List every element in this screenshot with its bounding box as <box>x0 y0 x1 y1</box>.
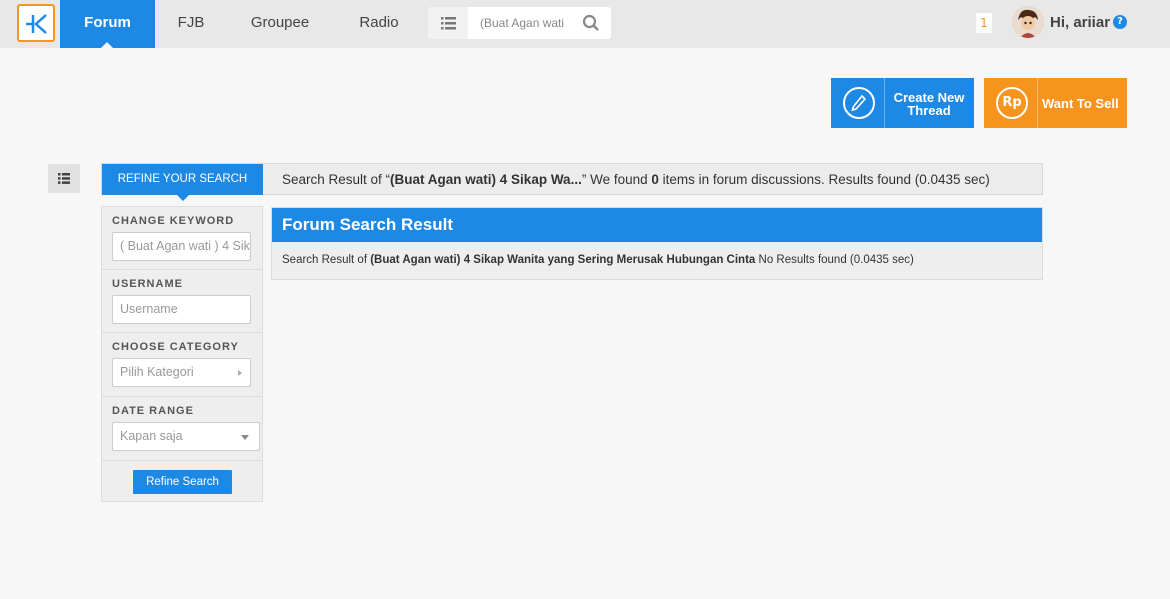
nav-tab-groupee[interactable]: Groupee <box>243 0 317 48</box>
help-icon[interactable]: ? <box>1113 15 1127 29</box>
want-to-sell-button[interactable]: Rp Want To Sell <box>984 78 1127 128</box>
rupiah-icon: Rp <box>996 87 1028 119</box>
want-to-sell-label: Want To Sell <box>1042 96 1119 111</box>
forum-search-result-text: Search Result of (Buat Agan wati) 4 Sika… <box>282 254 914 266</box>
search-category-button[interactable] <box>428 7 468 39</box>
search-box <box>428 7 611 39</box>
top-navbar: Forum FJB Groupee Radio 1 <box>0 0 1170 48</box>
keyword-label: CHANGE KEYWORD <box>112 215 235 227</box>
list-icon <box>441 17 456 30</box>
pencil-icon <box>843 87 875 119</box>
forum-search-result-box: Forum Search Result Search Result of (Bu… <box>271 207 1043 280</box>
avatar-image-icon <box>1012 6 1044 38</box>
username-section: USERNAME Username <box>102 270 262 333</box>
keyword-input[interactable]: ( Buat Agan wati ) 4 Sikap Wanita yang S… <box>112 232 251 261</box>
forum-search-result-title: Forum Search Result <box>272 208 1042 242</box>
create-icon-wrap <box>831 78 885 128</box>
list-icon <box>58 173 70 184</box>
summary-count: 0 <box>651 172 659 187</box>
result-suffix: No Results found (0.0435 sec) <box>755 254 914 266</box>
keyword-section: CHANGE KEYWORD ( Buat Agan wati ) 4 Sika… <box>102 207 262 270</box>
date-range-label: DATE RANGE <box>112 405 194 417</box>
nav-tab-fjb[interactable]: FJB <box>170 0 212 48</box>
nav-tab-forum-label: Forum <box>84 14 131 31</box>
result-query: (Buat Agan wati) 4 Sikap Wanita yang Ser… <box>370 254 756 266</box>
date-range-value: Kapan saja <box>120 429 183 443</box>
category-select-value: Pilih Kategori <box>120 365 194 379</box>
refine-tab-label: REFINE YOUR SEARCH <box>117 173 248 185</box>
nav-tab-forum[interactable]: Forum <box>60 0 155 48</box>
sell-icon-wrap: Rp <box>984 78 1038 128</box>
search-icon[interactable] <box>582 14 600 32</box>
summary-query: (Buat Agan wati) 4 Sikap Wa... <box>390 172 582 187</box>
search-result-summary: Search Result of “(Buat Agan wati) 4 Sik… <box>282 172 990 187</box>
chevron-down-icon <box>241 435 249 440</box>
refine-search-panel: CHANGE KEYWORD ( Buat Agan wati ) 4 Sika… <box>101 206 263 502</box>
kaskus-logo[interactable] <box>17 4 55 42</box>
active-caret <box>101 42 113 48</box>
result-prefix: Search Result of <box>282 254 371 266</box>
sidebar-toggle-button[interactable] <box>48 164 80 193</box>
date-range-section: DATE RANGE Kapan saja <box>102 397 262 461</box>
chevron-right-icon <box>238 370 242 376</box>
search-input[interactable] <box>474 7 580 39</box>
username-label: USERNAME <box>112 278 183 290</box>
user-greeting[interactable]: Hi, ariiar <box>1050 14 1110 31</box>
refine-your-search-tab[interactable]: REFINE YOUR SEARCH <box>102 164 263 201</box>
avatar[interactable] <box>1012 6 1044 38</box>
summary-suffix: items in forum discussions. Results foun… <box>658 172 990 187</box>
category-section: CHOOSE CATEGORY Pilih Kategori <box>102 333 262 397</box>
create-new-thread-button[interactable]: Create New Thread <box>831 78 974 128</box>
username-input[interactable]: Username <box>112 295 251 324</box>
date-range-select[interactable]: Kapan saja <box>112 422 260 451</box>
logo-k-icon <box>26 14 47 34</box>
notification-badge[interactable]: 1 <box>976 13 992 33</box>
refine-tab-caret <box>177 195 189 201</box>
search-result-bar: REFINE YOUR SEARCH Search Result of “(Bu… <box>101 163 1043 201</box>
nav-tab-radio[interactable]: Radio <box>352 0 406 48</box>
summary-middle: ” We found <box>581 172 652 187</box>
summary-prefix: Search Result of “ <box>282 172 391 187</box>
category-label: CHOOSE CATEGORY <box>112 341 239 353</box>
refine-search-button[interactable]: Refine Search <box>133 470 232 494</box>
create-new-thread-label: Create New Thread <box>893 90 965 118</box>
category-select[interactable]: Pilih Kategori <box>112 358 251 387</box>
